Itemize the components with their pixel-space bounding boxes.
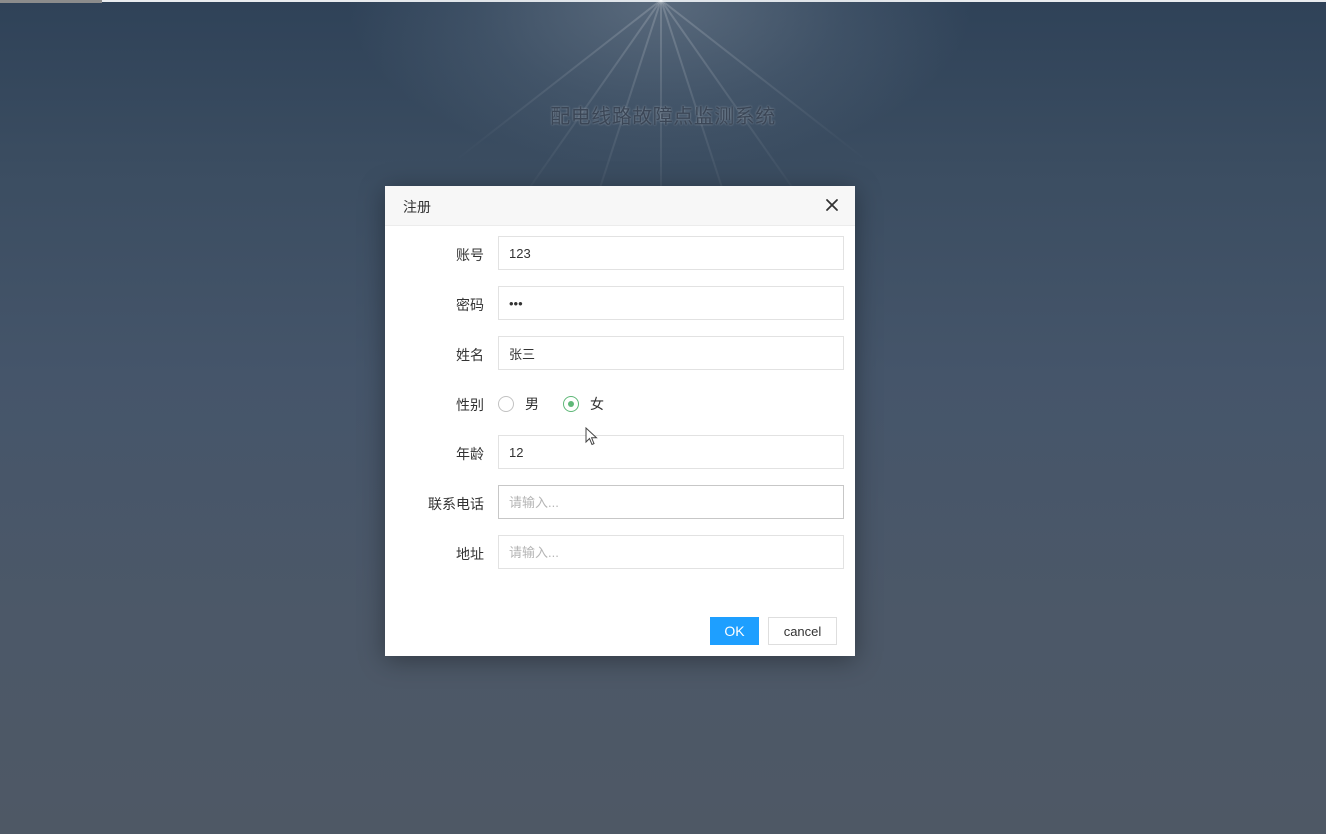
gender-radio-female[interactable]: 女: [563, 394, 604, 414]
gender-female-label: 女: [590, 396, 604, 412]
address-input[interactable]: [498, 535, 844, 569]
radio-checked-icon: [563, 396, 579, 412]
close-icon[interactable]: [823, 196, 841, 214]
register-dialog: 注册 账号 密码 姓名 性别 男 女 年龄 联系电: [385, 186, 855, 656]
address-label: 地址: [456, 546, 484, 562]
ok-button[interactable]: OK: [710, 617, 759, 645]
phone-label: 联系电话: [428, 496, 484, 512]
form-row-phone: 联系电话: [385, 485, 855, 521]
phone-input[interactable]: [498, 485, 844, 519]
name-input[interactable]: [498, 336, 844, 370]
name-label: 姓名: [456, 347, 484, 363]
password-label: 密码: [456, 297, 484, 313]
gender-radio-male[interactable]: 男: [498, 394, 539, 414]
radio-unchecked-icon: [498, 396, 514, 412]
dialog-title: 注册: [403, 199, 431, 215]
age-input[interactable]: [498, 435, 844, 469]
form-row-name: 姓名: [385, 336, 855, 372]
gender-male-label: 男: [525, 396, 539, 412]
app-title: 配电线路故障点监测系统: [550, 106, 776, 128]
form-row-account: 账号: [385, 236, 855, 272]
gender-label: 性别: [456, 397, 484, 413]
form-row-address: 地址: [385, 535, 855, 571]
password-input[interactable]: [498, 286, 844, 320]
account-input[interactable]: [498, 236, 844, 270]
form-row-gender: 性别 男 女: [385, 386, 855, 422]
age-label: 年龄: [456, 446, 484, 462]
top-tab-indicator: [0, 0, 102, 3]
dialog-header: 注册: [385, 186, 855, 226]
form-row-age: 年龄: [385, 435, 855, 471]
form-row-password: 密码: [385, 286, 855, 322]
cancel-button[interactable]: cancel: [768, 617, 837, 645]
mouse-cursor-icon: [585, 427, 598, 446]
browser-top-strip: [0, 0, 1326, 3]
account-label: 账号: [456, 247, 484, 263]
